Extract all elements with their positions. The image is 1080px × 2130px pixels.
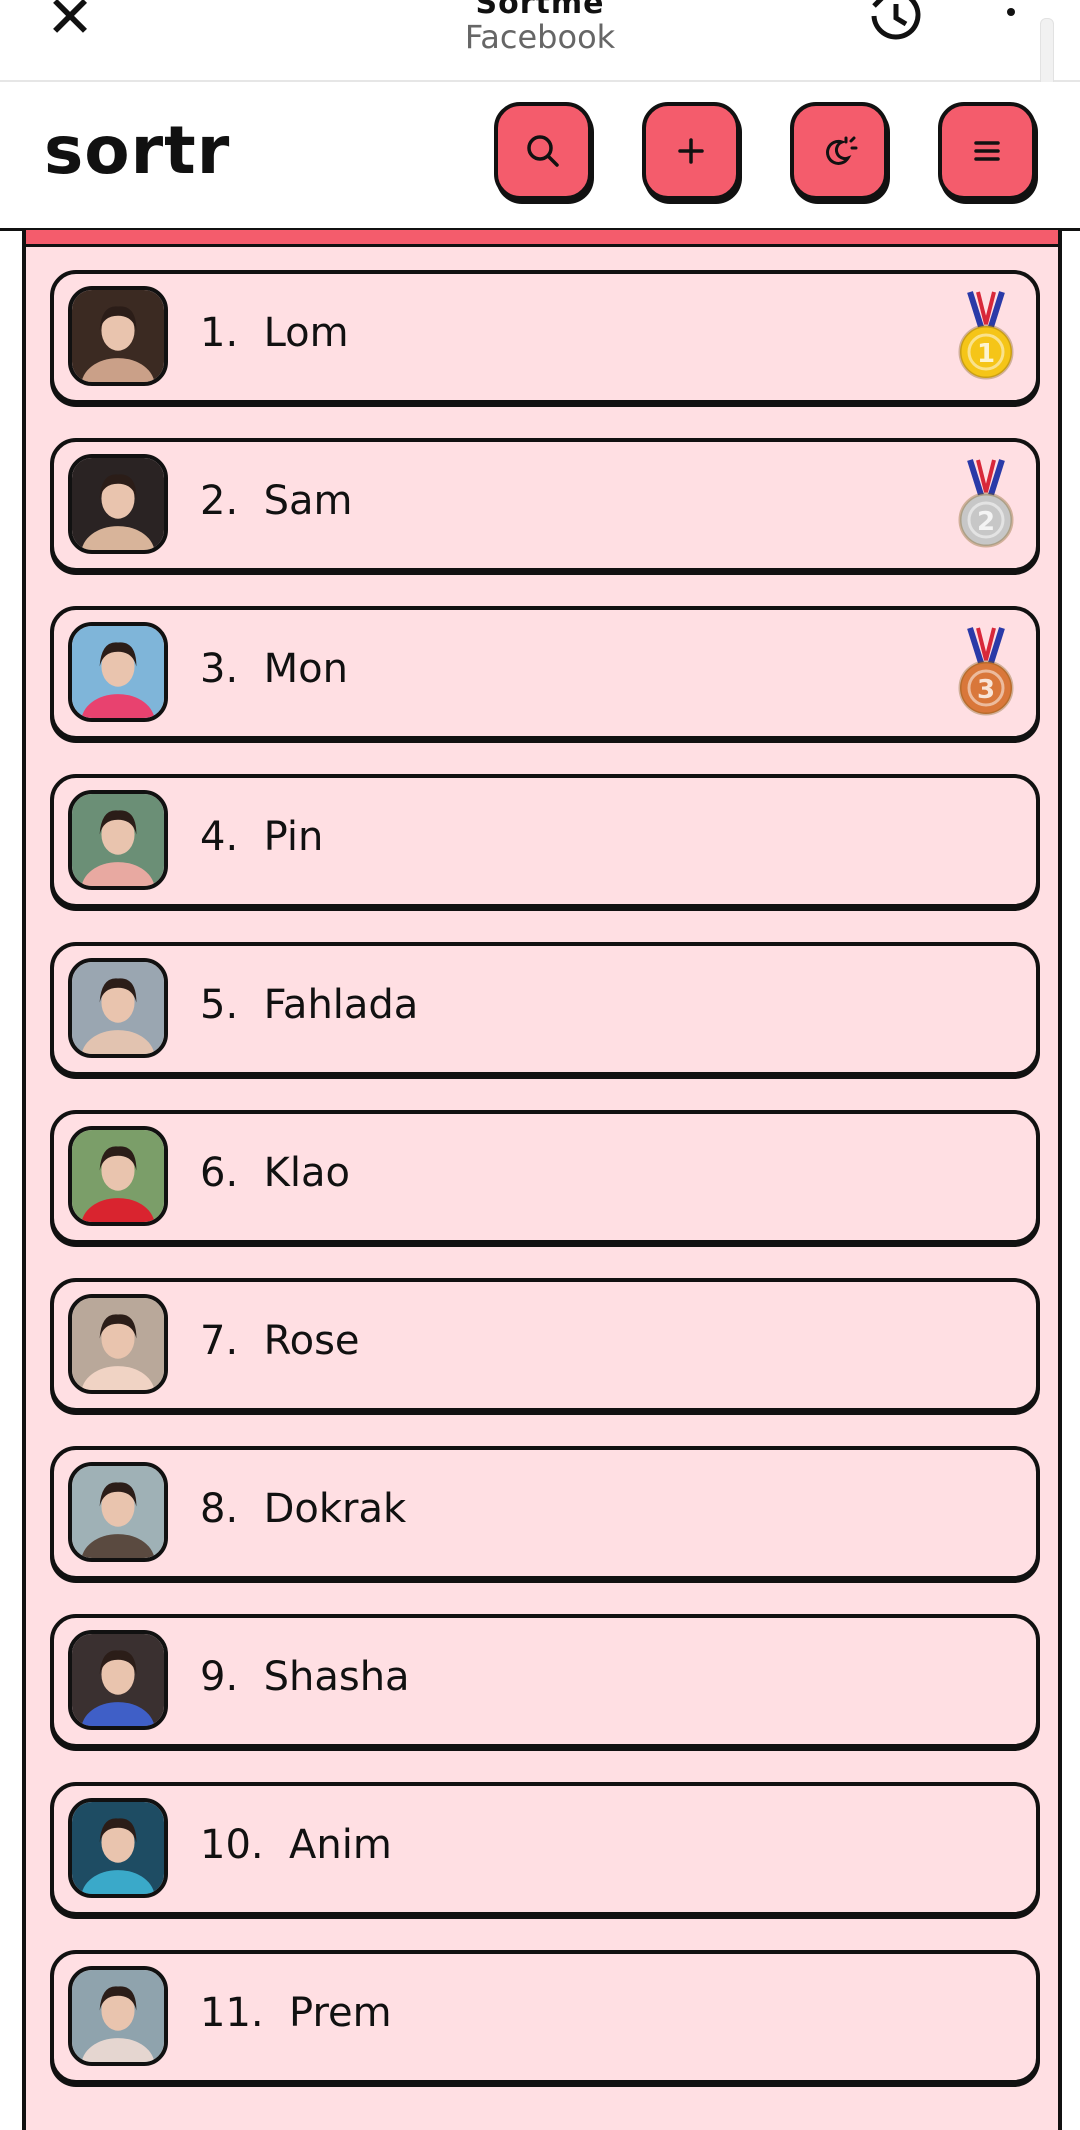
ranking-item[interactable]: 5. Fahlada (50, 942, 1040, 1076)
avatar-photo (72, 1130, 164, 1222)
ranking-item[interactable]: 6. Klao (50, 1110, 1040, 1244)
ranking-panel: 1. Lom 1 2. Sam 2 3. Mon 3 4. Pin 5. Fahlada 6. … (22, 230, 1062, 2130)
svg-text:3: 3 (977, 675, 995, 705)
avatar (68, 622, 168, 722)
ranking-item[interactable]: 10. Anim (50, 1782, 1040, 1916)
ranking-item-label: 2. Sam (200, 478, 353, 524)
silver-medal-icon: 2 (958, 459, 1014, 548)
ranking-item[interactable]: 8. Dokrak (50, 1446, 1040, 1580)
avatar (68, 1294, 168, 1394)
menu-button[interactable] (938, 102, 1036, 200)
ranking-item[interactable]: 1. Lom 1 (50, 270, 1040, 404)
ranking-item-label: 9. Shasha (200, 1654, 410, 1700)
ranking-item[interactable]: 2. Sam 2 (50, 438, 1040, 572)
avatar-photo (72, 626, 164, 718)
avatar-photo (72, 1970, 164, 2062)
gold-medal-icon: 1 (958, 291, 1014, 380)
avatar (68, 958, 168, 1058)
menu-icon (974, 141, 1000, 161)
ranking-item[interactable]: 3. Mon 3 (50, 606, 1040, 740)
app-logo: sortr (44, 112, 231, 189)
ranking-item-label: 1. Lom (200, 310, 349, 356)
ranking-item-label: 7. Rose (200, 1318, 360, 1364)
ranking-item-label: 8. Dokrak (200, 1486, 407, 1532)
browser-toolbar: ✕ Sortme Facebook (0, 0, 1080, 138)
panel-top-bar (26, 230, 1058, 247)
avatar (68, 1462, 168, 1562)
avatar-photo (72, 794, 164, 886)
avatar (68, 1966, 168, 2066)
ranking-item-label: 11. Prem (200, 1990, 392, 2036)
ranking-item[interactable]: 4. Pin (50, 774, 1040, 908)
ranking-item-label: 4. Pin (200, 814, 324, 860)
plus-icon (678, 138, 704, 164)
ranking-list: 1. Lom 1 2. Sam 2 3. Mon 3 4. Pin 5. Fahlada 6. … (50, 270, 1040, 2118)
avatar-photo (72, 1298, 164, 1390)
close-icon[interactable]: ✕ (40, 0, 100, 46)
history-icon[interactable] (862, 0, 928, 46)
theme-button[interactable] (790, 102, 888, 200)
ranking-item[interactable]: 11. Prem (50, 1950, 1040, 2084)
avatar (68, 790, 168, 890)
add-button[interactable] (642, 102, 740, 200)
ranking-item-label: 5. Fahlada (200, 982, 419, 1028)
app-header: sortr (0, 82, 1080, 231)
ranking-item[interactable]: 9. Shasha (50, 1614, 1040, 1748)
avatar-photo (72, 1466, 164, 1558)
theme-icon (826, 136, 858, 165)
search-button[interactable] (494, 102, 592, 200)
avatar (68, 454, 168, 554)
avatar (68, 1798, 168, 1898)
ranking-item-label: 6. Klao (200, 1150, 350, 1196)
avatar (68, 1630, 168, 1730)
svg-text:1: 1 (977, 339, 995, 369)
bronze-medal-icon: 3 (958, 627, 1014, 716)
avatar-photo (72, 458, 164, 550)
more-vertical-icon[interactable] (996, 0, 1026, 38)
browser-subtitle: Facebook (464, 18, 616, 56)
svg-text:2: 2 (977, 507, 995, 537)
avatar (68, 286, 168, 386)
avatar-photo (72, 290, 164, 382)
search-icon (527, 135, 559, 167)
ranking-item-label: 3. Mon (200, 646, 348, 692)
avatar (68, 1126, 168, 1226)
avatar-photo (72, 962, 164, 1054)
ranking-item[interactable]: 7. Rose (50, 1278, 1040, 1412)
avatar-photo (72, 1634, 164, 1726)
ranking-item-label: 10. Anim (200, 1822, 392, 1868)
avatar-photo (72, 1802, 164, 1894)
